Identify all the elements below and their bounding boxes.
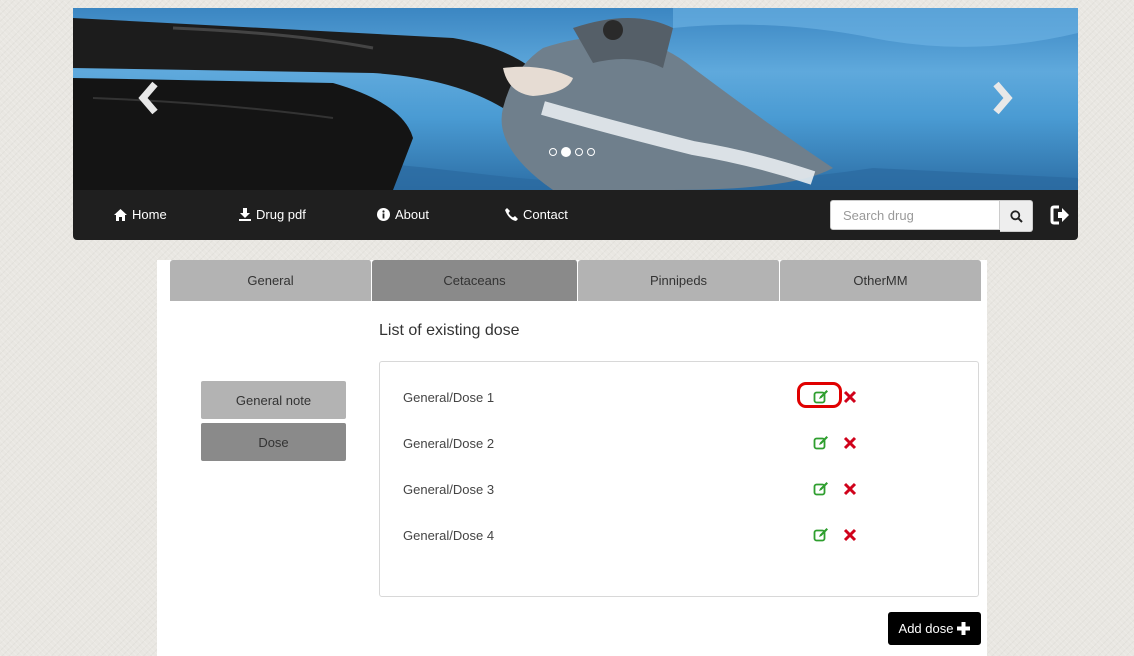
carousel-indicator-4[interactable] bbox=[587, 148, 595, 156]
search-input[interactable] bbox=[830, 200, 1000, 230]
carousel-next-button[interactable] bbox=[988, 78, 1018, 118]
nav-contact-label: Contact bbox=[523, 207, 568, 222]
chevron-right-icon bbox=[993, 81, 1013, 115]
nav-home-label: Home bbox=[132, 207, 167, 222]
search-icon bbox=[1009, 209, 1023, 223]
section-title: List of existing dose bbox=[379, 322, 520, 339]
dose-label: General/Dose 2 bbox=[403, 436, 495, 451]
carousel-indicators bbox=[549, 147, 595, 157]
tab-othermm[interactable]: OtherMM bbox=[780, 260, 982, 301]
edit-icon[interactable] bbox=[813, 435, 829, 451]
nav-home[interactable]: Home bbox=[114, 207, 167, 222]
dose-list: General/Dose 1 General/Dose 2 General/Do… bbox=[379, 361, 979, 597]
logout-icon bbox=[1050, 205, 1069, 225]
navbar: Home Drug pdf About Contact bbox=[73, 190, 1078, 240]
hero-carousel bbox=[73, 8, 1078, 190]
edit-icon[interactable] bbox=[813, 481, 829, 497]
dose-button[interactable]: Dose bbox=[201, 423, 346, 461]
chevron-left-icon bbox=[138, 81, 158, 115]
tab-cetaceans[interactable]: Cetaceans bbox=[372, 260, 579, 301]
logout-button[interactable] bbox=[1050, 204, 1070, 226]
nav-drug-pdf[interactable]: Drug pdf bbox=[239, 207, 306, 222]
download-icon bbox=[239, 208, 251, 221]
nav-about[interactable]: About bbox=[377, 207, 429, 222]
list-item: General/Dose 1 bbox=[403, 382, 963, 408]
search-button[interactable] bbox=[1000, 200, 1033, 232]
nav-drug-pdf-label: Drug pdf bbox=[256, 207, 306, 222]
delete-icon[interactable] bbox=[843, 390, 857, 404]
add-dose-button[interactable]: Add dose bbox=[888, 612, 981, 645]
nav-about-label: About bbox=[395, 207, 429, 222]
tab-pinnipeds[interactable]: Pinnipeds bbox=[578, 260, 781, 301]
edit-icon[interactable] bbox=[813, 389, 829, 405]
content-panel: General Cetaceans Pinnipeds OtherMM List… bbox=[157, 260, 987, 656]
list-item: General/Dose 4 bbox=[403, 526, 963, 546]
delete-icon[interactable] bbox=[843, 436, 857, 450]
general-note-button[interactable]: General note bbox=[201, 381, 346, 419]
info-circle-icon bbox=[377, 208, 390, 221]
carousel-image bbox=[73, 8, 1078, 190]
delete-icon[interactable] bbox=[843, 482, 857, 496]
dose-label: General/Dose 1 bbox=[403, 390, 495, 405]
search-group bbox=[830, 200, 1033, 232]
carousel-prev-button[interactable] bbox=[133, 78, 163, 118]
phone-icon bbox=[505, 208, 518, 221]
tab-general[interactable]: General bbox=[170, 260, 372, 301]
carousel-indicator-1[interactable] bbox=[549, 148, 557, 156]
dose-label: General/Dose 3 bbox=[403, 482, 495, 497]
edit-icon[interactable] bbox=[813, 527, 829, 543]
delete-icon[interactable] bbox=[843, 528, 857, 542]
add-dose-label: Add dose bbox=[898, 621, 954, 636]
carousel-indicator-2[interactable] bbox=[561, 147, 571, 157]
category-tabs: General Cetaceans Pinnipeds OtherMM bbox=[170, 260, 982, 301]
nav-contact[interactable]: Contact bbox=[505, 207, 568, 222]
plus-icon bbox=[957, 622, 971, 635]
list-item: General/Dose 2 bbox=[403, 434, 963, 454]
carousel-indicator-3[interactable] bbox=[575, 148, 583, 156]
list-item: General/Dose 3 bbox=[403, 480, 963, 500]
home-icon bbox=[114, 208, 127, 221]
dose-label: General/Dose 4 bbox=[403, 528, 495, 543]
